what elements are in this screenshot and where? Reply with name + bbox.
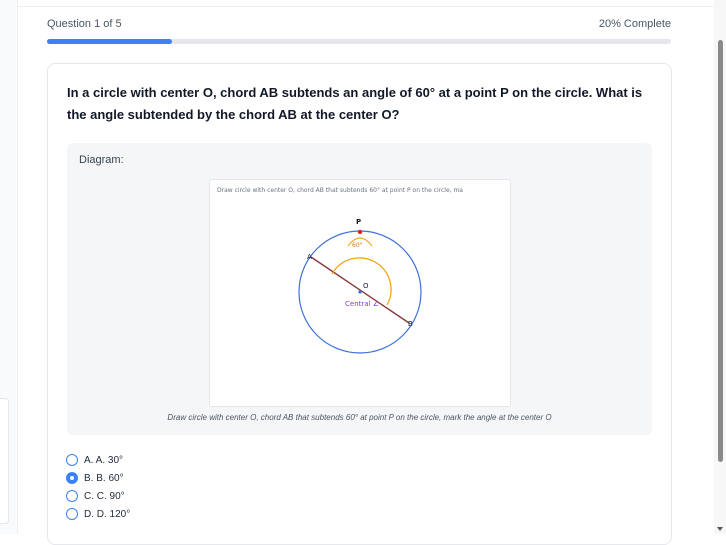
top-divider xyxy=(17,6,714,7)
option-b-label: B. B. 60° xyxy=(84,472,124,484)
scroll-down-arrow-icon[interactable] xyxy=(717,527,723,531)
scrollbar-thumb[interactable] xyxy=(718,40,723,462)
option-c-radio[interactable] xyxy=(66,490,78,502)
answer-options: A. A. 30° B. B. 60° C. C. 90° D. D. 120° xyxy=(66,451,130,523)
left-panel-card xyxy=(0,398,9,524)
label-central-angle: Central ∠ xyxy=(345,300,379,308)
option-b[interactable]: B. B. 60° xyxy=(66,469,130,487)
option-a[interactable]: A. A. 30° xyxy=(66,451,130,469)
option-d[interactable]: D. D. 120° xyxy=(66,505,130,523)
question-counter: Question 1 of 5 xyxy=(47,18,122,30)
question-card: In a circle with center O, chord AB subt… xyxy=(47,63,672,545)
circle-diagram: P A B O 60° Central ∠ xyxy=(298,218,422,354)
option-d-label: D. D. 120° xyxy=(84,508,131,520)
diagram-figure: Draw circle with center O, chord AB that… xyxy=(209,179,511,407)
option-c-label: C. C. 90° xyxy=(84,490,125,502)
option-d-radio[interactable] xyxy=(66,508,78,520)
completion-status: 20% Complete xyxy=(598,18,671,30)
label-angle-p: 60° xyxy=(352,242,363,249)
label-a: A xyxy=(307,253,312,261)
point-p xyxy=(357,229,363,235)
progress-bar xyxy=(47,39,671,44)
chord-ab xyxy=(310,256,410,324)
label-b: B xyxy=(408,320,413,328)
vertical-scrollbar[interactable] xyxy=(714,0,726,534)
diagram-section: Diagram: Draw circle with center O, chor… xyxy=(67,143,652,435)
central-angle-arc xyxy=(331,257,392,306)
option-a-label: A. A. 30° xyxy=(84,454,124,466)
option-b-radio[interactable] xyxy=(66,472,78,484)
label-o: O xyxy=(363,282,369,290)
center-point xyxy=(358,290,362,294)
progress-bar-fill xyxy=(47,39,172,44)
question-text: In a circle with center O, chord AB subt… xyxy=(67,85,643,122)
diagram-caption: Draw circle with center O, chord AB that… xyxy=(167,413,552,422)
label-p: P xyxy=(356,218,361,226)
diagram-title: Diagram: xyxy=(79,154,124,166)
option-c[interactable]: C. C. 90° xyxy=(66,487,130,505)
option-a-radio[interactable] xyxy=(66,454,78,466)
